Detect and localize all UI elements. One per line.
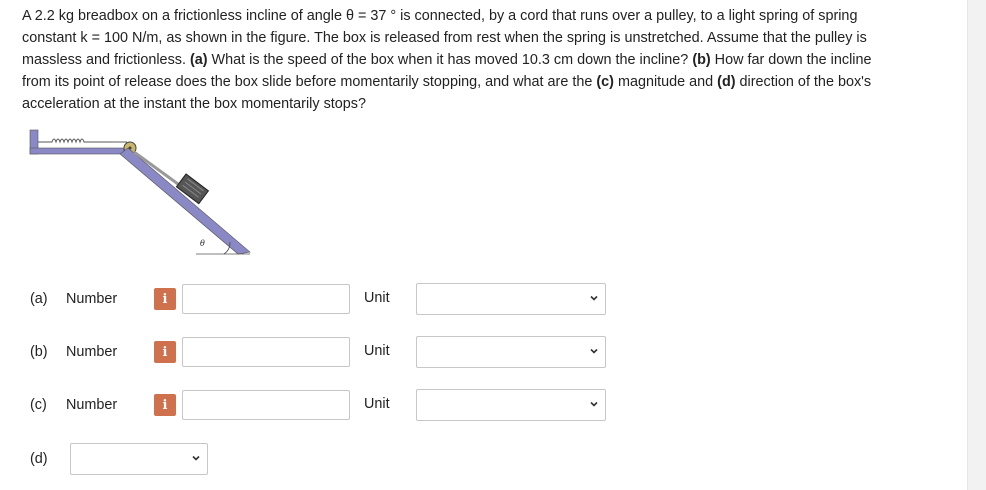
answer-row-d: (d) (30, 443, 208, 475)
part-label-a: (a) (30, 291, 48, 307)
unit-select-b[interactable] (416, 336, 606, 368)
direction-select-d[interactable] (70, 443, 208, 475)
number-input-b[interactable] (182, 337, 350, 367)
info-button-c[interactable]: i (154, 394, 176, 416)
answer-row-b: (b) Number i Unit (30, 336, 606, 368)
info-button-b[interactable]: i (154, 341, 176, 363)
number-input-a[interactable] (182, 284, 350, 314)
number-label-b: Number (66, 344, 118, 360)
problem-line-1: A 2.2 kg breadbox on a frictionless incl… (22, 8, 858, 24)
problem-statement: A 2.2 kg breadbox on a frictionless incl… (22, 5, 952, 115)
info-button-a[interactable]: i (154, 288, 176, 310)
answer-row-a: (a) Number i Unit (30, 283, 606, 315)
answer-row-c: (c) Number i Unit (30, 389, 606, 421)
chevron-down-icon (590, 348, 598, 354)
part-label-c: (c) (30, 397, 47, 413)
figure-ledge (29, 147, 125, 155)
problem-line-3: massless and frictionless. (a) What is t… (22, 52, 872, 68)
problem-line-4: from its point of release does the box s… (22, 74, 872, 90)
part-label-d: (d) (30, 451, 48, 467)
unit-label-b: Unit (364, 343, 390, 359)
figure-angle-label: θ (200, 239, 205, 248)
scrollbar-track[interactable] (967, 0, 986, 490)
unit-label-c: Unit (364, 396, 390, 412)
number-label-c: Number (66, 397, 118, 413)
number-input-c[interactable] (182, 390, 350, 420)
part-label-b: (b) (30, 344, 48, 360)
figure-incline (119, 147, 251, 255)
chevron-down-icon (192, 455, 200, 461)
figure-spring (38, 138, 112, 144)
problem-line-5: acceleration at the instant the box mome… (22, 96, 366, 112)
unit-select-c[interactable] (416, 389, 606, 421)
chevron-down-icon (590, 401, 598, 407)
unit-select-a[interactable] (416, 283, 606, 315)
incline-figure: θ (29, 129, 251, 255)
problem-line-2: constant k = 100 N/m, as shown in the fi… (22, 30, 867, 46)
number-label-a: Number (66, 291, 118, 307)
unit-label-a: Unit (364, 290, 390, 306)
chevron-down-icon (590, 295, 598, 301)
